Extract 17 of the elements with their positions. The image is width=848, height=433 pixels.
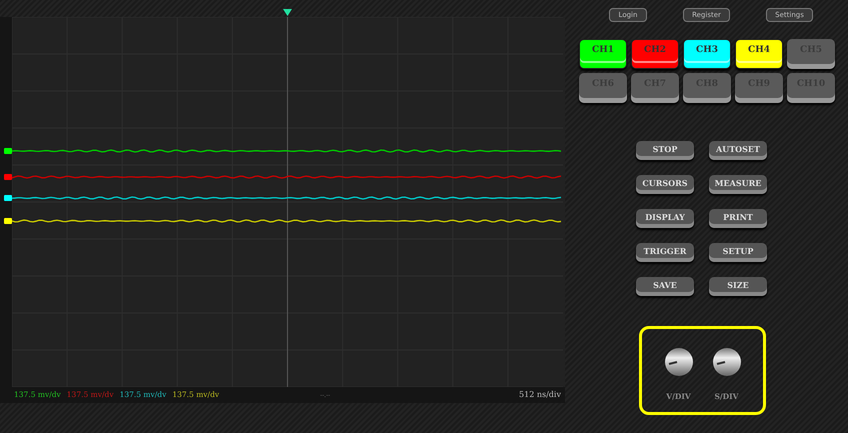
control-button[interactable]: PRINT [709, 209, 767, 228]
control-button[interactable]: AUTOSET [709, 141, 767, 160]
control-button[interactable]: DISPLAY [636, 209, 694, 228]
control-button[interactable]: SIZE [709, 277, 767, 296]
control-button[interactable]: SETUP [709, 243, 767, 262]
channel-button[interactable]: CH2 [631, 39, 679, 69]
control-button[interactable]: CURSORS [636, 175, 694, 194]
control-button[interactable]: MEASURE [709, 175, 767, 194]
channel-button[interactable]: CH1 [579, 39, 627, 69]
timebase-reading: 512 ns/div [519, 389, 561, 401]
channel-button[interactable]: CH3 [683, 39, 731, 69]
control-button[interactable]: STOP [636, 141, 694, 160]
knob-icon[interactable] [712, 347, 742, 377]
control-button[interactable]: SAVE [636, 277, 694, 296]
channel-button[interactable]: CH4 [735, 39, 783, 69]
control-button[interactable]: TRIGGER [636, 243, 694, 262]
knob-icon[interactable] [664, 347, 694, 377]
